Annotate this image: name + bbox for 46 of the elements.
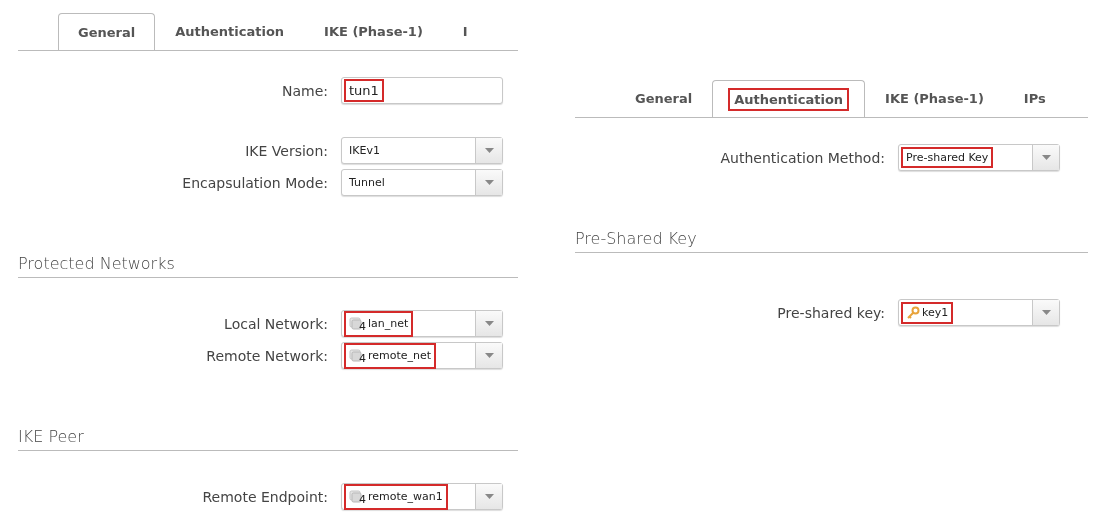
dropdown[interactable]: Pre-shared Key: [898, 144, 1060, 171]
field-label: IKE Version:: [244, 142, 328, 159]
tab[interactable]: Authentication: [712, 80, 866, 117]
tab[interactable]: IPs: [1003, 80, 1066, 116]
dropdown[interactable]: IKEv1: [341, 137, 503, 164]
tab[interactable]: I: [442, 13, 488, 49]
dropdown-arrow-icon: [484, 148, 494, 153]
tab[interactable]: General: [615, 80, 713, 116]
field-label: Local Network:: [223, 315, 328, 332]
tab[interactable]: IKE (Phase-1): [865, 80, 1004, 116]
dropdown[interactable]: 4 remote_wan1: [341, 483, 503, 510]
field-label: Authentication Method:: [719, 149, 885, 166]
field-value: Pre-shared Key: [906, 151, 989, 164]
field-label: Remote Network:: [205, 347, 328, 364]
dropdown-arrow-icon: [484, 353, 494, 358]
field-label: Pre-shared key:: [776, 304, 885, 321]
input-field[interactable]: tun1: [341, 77, 503, 104]
section-heading: IKE Peer: [18, 427, 518, 451]
ip-version-label: 4: [359, 351, 366, 365]
dropdown[interactable]: key1: [898, 299, 1060, 326]
dropdown-arrow-icon: [484, 494, 494, 499]
field-label: Remote Endpoint:: [201, 488, 328, 505]
dropdown[interactable]: 4 remote_net: [341, 342, 503, 369]
tab[interactable]: IKE (Phase-1): [304, 13, 443, 49]
field-value: key1: [922, 306, 949, 319]
field-value: remote_wan1: [368, 490, 443, 503]
ip-version-label: 4: [359, 319, 366, 333]
field-label: Encapsulation Mode:: [181, 174, 328, 191]
tab[interactable]: Authentication: [155, 13, 305, 49]
dropdown-arrow-icon: [1041, 310, 1051, 315]
dropdown-arrow-icon: [1041, 155, 1051, 160]
ip-version-label: 4: [359, 492, 366, 506]
dropdown-arrow-icon: [484, 321, 494, 326]
section-heading: Protected Networks: [18, 254, 518, 278]
dropdown[interactable]: 4 lan_net: [341, 310, 503, 337]
field-value: Tunnel: [349, 176, 385, 189]
field-value: lan_net: [368, 317, 409, 330]
section-heading: Pre-Shared Key: [575, 229, 1088, 253]
field-label: Name:: [280, 82, 328, 99]
field-value: IKEv1: [349, 144, 380, 157]
key-icon: [906, 305, 920, 320]
tab[interactable]: General: [58, 13, 156, 50]
dropdown-arrow-icon: [484, 180, 494, 185]
field-value: tun1: [349, 83, 379, 98]
dropdown[interactable]: Tunnel: [341, 169, 503, 196]
field-value: remote_net: [368, 349, 432, 362]
